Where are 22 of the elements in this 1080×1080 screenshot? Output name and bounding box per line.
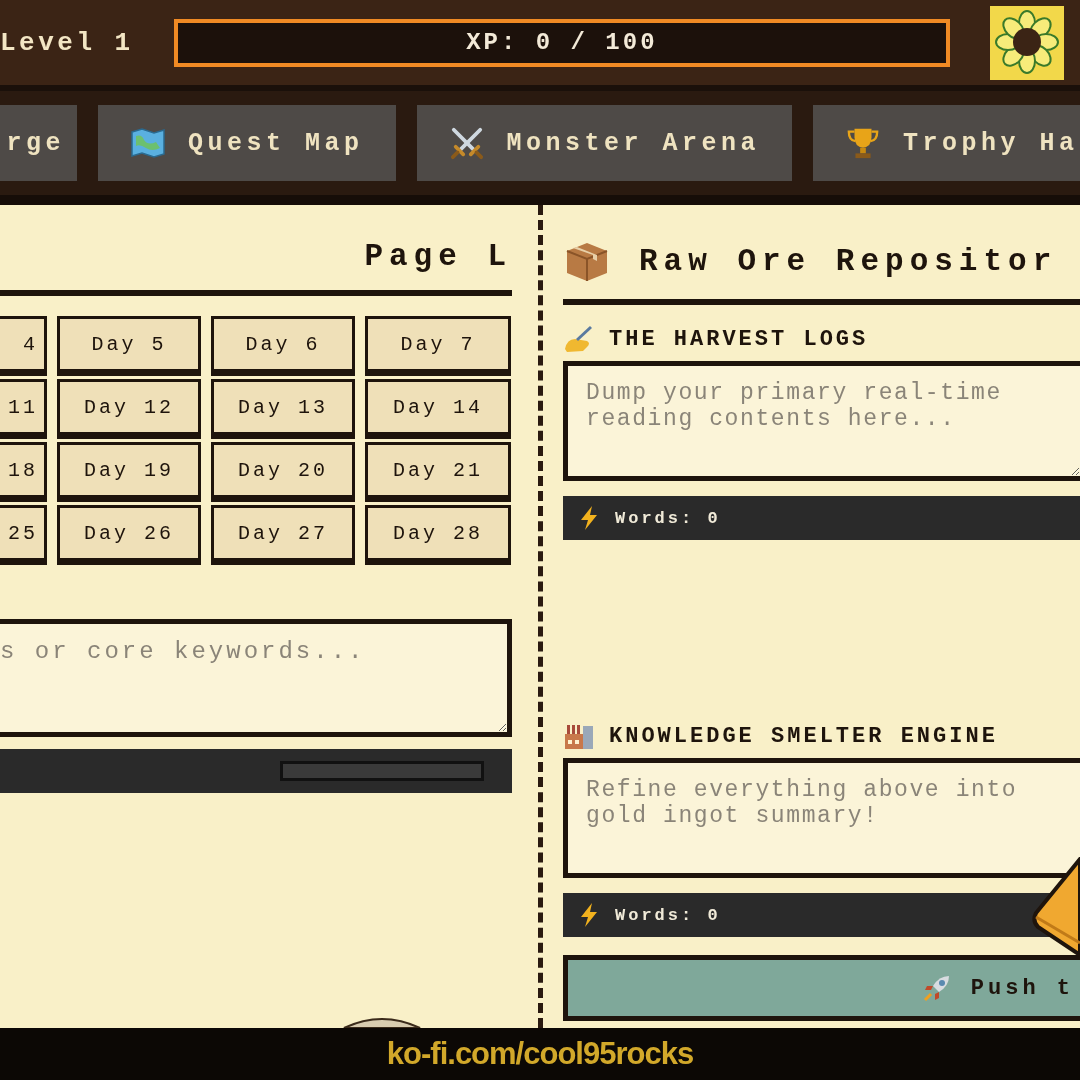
nav-tab[interactable]: rge [0, 105, 77, 181]
lightning-icon [579, 505, 599, 531]
factory-icon [563, 722, 595, 750]
word-count: Words: 0 [615, 905, 721, 925]
keywords-field[interactable]: s or core keywords... [0, 619, 512, 737]
push-button[interactable]: Push t [563, 955, 1080, 1021]
map-icon [130, 126, 166, 160]
text-field[interactable]: Refine everything above into gold ingot summary! [563, 758, 1080, 878]
nav-tab[interactable]: Quest Map [98, 105, 396, 181]
page-title: Page L [363, 239, 512, 274]
xp-label: XP: 0 / 100 [466, 29, 658, 56]
word-count: Words: 0 [615, 508, 721, 528]
text-field[interactable]: Dump your primary real-time reading contents here... [563, 361, 1080, 481]
section-heading: KNOWLEDGE SMELTER ENGINE [609, 723, 998, 749]
section-heading: THE HARVEST LOGS [609, 326, 869, 352]
lightning-icon [579, 902, 599, 928]
nav-tab[interactable]: Monster Arena [416, 105, 793, 181]
nav-tab[interactable]: Trophy Ha [813, 105, 1080, 181]
writing-hand-icon [563, 325, 595, 353]
panel-title: Raw Ore Repositor [639, 243, 1058, 279]
level-label: Level 1 [0, 27, 134, 58]
crossed-swords-icon [448, 126, 485, 160]
